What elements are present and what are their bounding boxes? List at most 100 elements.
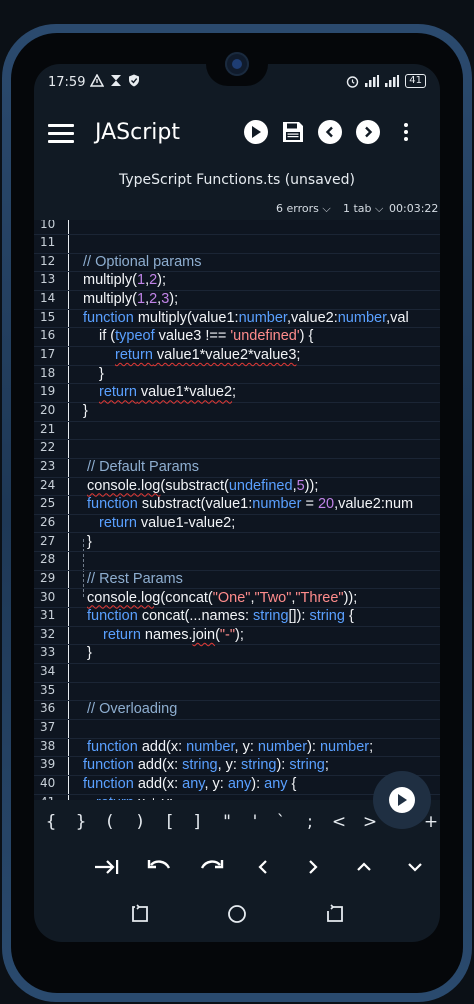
symbol-key[interactable]: ( <box>97 812 123 832</box>
back-icon[interactable] <box>323 902 347 926</box>
alarm-icon <box>347 75 359 88</box>
line-number: 36 <box>40 701 56 716</box>
arrow-right-icon[interactable] <box>299 854 327 880</box>
line-number: 25 <box>40 496 56 511</box>
code-text: function add(x: string, y: string): stri… <box>83 757 329 774</box>
code-line[interactable]: 19 return value1*value2; <box>34 383 440 403</box>
code-line[interactable]: 29 // Rest Params <box>34 570 440 590</box>
code-text: multiply(1,2); <box>83 272 167 289</box>
recents-icon[interactable] <box>128 902 152 926</box>
errors-dropdown[interactable]: 6 errors ⌵ <box>276 202 331 216</box>
line-number: 27 <box>40 533 56 548</box>
line-number: 18 <box>40 365 56 380</box>
code-text: return value1-value2; <box>99 514 236 531</box>
tabs-dropdown[interactable]: 1 tab ⌵ <box>343 202 383 216</box>
info-bar: 6 errors ⌵ 1 tab ⌵ 00:03:22 <box>34 198 440 218</box>
code-line[interactable]: 35 <box>34 682 440 702</box>
warning-icon <box>90 74 104 87</box>
code-line[interactable]: 26 return value1-value2; <box>34 514 440 534</box>
code-line[interactable]: 12 // Optional params <box>34 253 440 273</box>
code-text: multiply(1,2,3); <box>83 291 179 308</box>
arrow-left-icon[interactable] <box>249 854 277 880</box>
home-icon[interactable] <box>225 902 249 926</box>
symbol-key[interactable]: ; <box>297 812 323 832</box>
save-icon[interactable] <box>282 121 304 143</box>
symbol-key[interactable]: ) <box>127 812 153 832</box>
code-line[interactable]: 24 console.log(substract(undefined,5)); <box>34 477 440 497</box>
code-line[interactable]: 33} <box>34 644 440 665</box>
code-line[interactable]: 11 <box>34 234 440 254</box>
line-number: 31 <box>40 608 56 623</box>
code-line[interactable]: 16 if (typeof value3 !== 'undefined') { <box>34 327 440 347</box>
code-text: // Rest Params <box>87 570 183 587</box>
line-number: 30 <box>40 589 56 604</box>
code-line[interactable]: 30 console.log(concat("One","Two","Three"… <box>34 589 440 609</box>
code-editor[interactable]: 10 11 12 // Optional params 13 multiply(1,2);… <box>34 220 440 800</box>
line-number: 33 <box>40 645 56 660</box>
code-line[interactable]: 21 <box>34 421 440 441</box>
more-vert-icon[interactable] <box>394 120 418 144</box>
menu-icon[interactable] <box>48 124 74 144</box>
chevron-down-icon: ⌵ <box>371 202 384 215</box>
code-line[interactable]: 39 function add(x: string, y: string): st… <box>34 756 440 776</box>
play-icon[interactable] <box>244 120 268 144</box>
code-line[interactable]: 18} <box>34 365 440 385</box>
status-notification-icons <box>90 74 140 87</box>
line-number: 19 <box>40 384 56 399</box>
tab-icon[interactable] <box>93 854 121 880</box>
symbol-key[interactable]: < <box>326 812 352 832</box>
code-line[interactable]: 28 <box>34 551 440 571</box>
symbol-key[interactable]: " <box>214 812 240 832</box>
line-number: 26 <box>40 514 56 529</box>
code-line[interactable]: 38 function add(x: number, y: number): nu… <box>34 738 440 758</box>
code-line[interactable]: 15 function multiply(value1:number,value2… <box>34 309 440 329</box>
run-fab-button[interactable] <box>373 771 431 829</box>
arrow-up-icon[interactable] <box>350 854 378 880</box>
code-line[interactable]: 14 multiply(1,2,3); <box>34 290 440 310</box>
code-line[interactable]: 32 return names.join("-"); <box>34 626 440 646</box>
code-line[interactable]: 20} <box>34 402 440 422</box>
arrow-down-icon[interactable] <box>401 854 429 880</box>
line-number: 11 <box>40 235 56 250</box>
code-line[interactable]: 34 <box>34 663 440 683</box>
line-number: 40 <box>40 776 56 790</box>
line-number: 39 <box>40 757 56 772</box>
code-line[interactable]: 31 function concat(...names: string[]): s… <box>34 607 440 627</box>
code-line[interactable]: 13 multiply(1,2); <box>34 271 440 292</box>
code-line[interactable]: 23 // Default Params <box>34 458 440 478</box>
symbol-key[interactable]: ] <box>184 812 210 832</box>
code-line[interactable]: 22 <box>34 439 440 459</box>
code-text: // Optional params <box>83 253 202 270</box>
code-text: function add(x: number, y: number): numb… <box>87 738 374 755</box>
code-line[interactable]: 25 function substract(value1:number = 20,… <box>34 495 440 515</box>
symbol-key[interactable]: [ <box>157 812 183 832</box>
redo-icon[interactable] <box>197 854 225 880</box>
chevron-left-icon[interactable] <box>318 120 342 144</box>
code-text: function concat(...names: string[]): str… <box>87 608 354 625</box>
status-system-icons: 41 <box>346 74 426 88</box>
code-text: console.log(substract(undefined,5)); <box>87 477 319 494</box>
code-line[interactable]: 27} <box>34 533 440 553</box>
code-line[interactable]: 10 <box>34 220 440 236</box>
code-line[interactable]: 36 // Overloading <box>34 700 440 720</box>
chevron-right-icon[interactable] <box>356 120 380 144</box>
status-time: 17:59 <box>48 75 86 90</box>
symbol-key[interactable]: ` <box>268 812 294 832</box>
symbol-key[interactable]: ' <box>242 812 268 832</box>
undo-icon[interactable] <box>146 854 174 880</box>
battery-indicator: 41 <box>405 74 426 88</box>
tabs-count: 1 tab <box>343 202 372 215</box>
chevron-down-icon: ⌵ <box>318 202 331 215</box>
line-number: 29 <box>40 570 56 585</box>
code-text: } <box>87 533 92 550</box>
signal-2-icon <box>385 75 400 87</box>
line-number: 41 <box>40 795 60 800</box>
code-text: console.log(concat("One","Two","Three"))… <box>87 589 358 606</box>
line-number: 14 <box>40 291 56 306</box>
hourglass-icon <box>111 75 121 86</box>
symbol-key[interactable]: { <box>38 812 64 832</box>
code-line[interactable]: 37 <box>34 719 440 739</box>
code-line[interactable]: 17 return value1*value2*value3; <box>34 346 440 366</box>
code-text: } <box>99 365 104 382</box>
symbol-key[interactable]: } <box>68 812 94 832</box>
